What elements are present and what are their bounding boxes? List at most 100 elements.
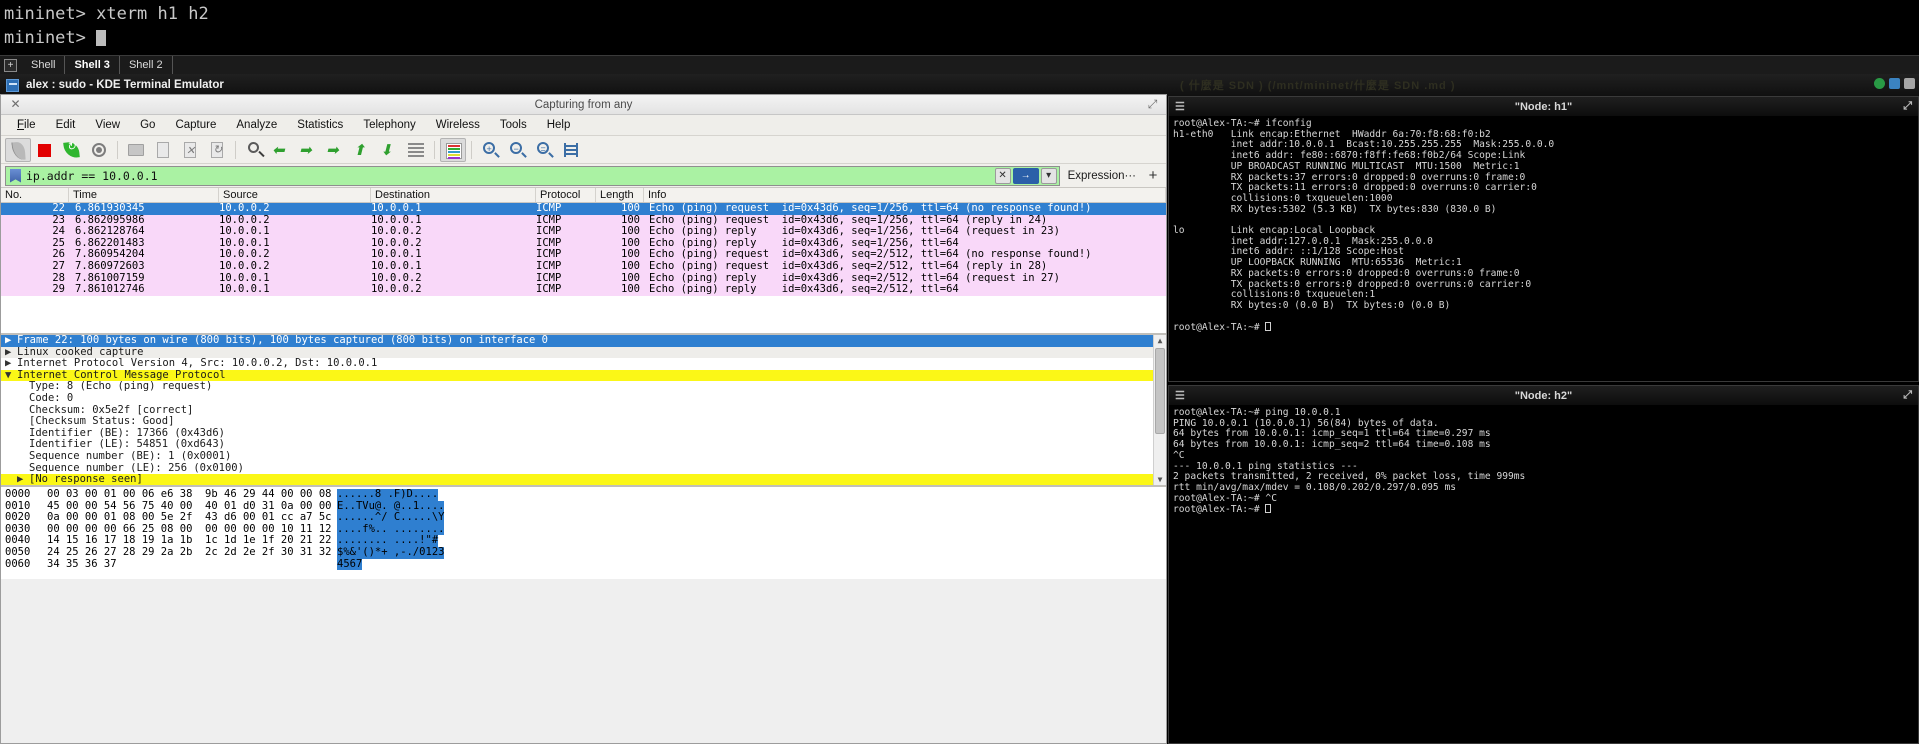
scrollbar-thumb[interactable] <box>1155 348 1165 434</box>
scroll-down-icon[interactable]: ▼ <box>1155 474 1165 485</box>
mininet-terminal-output[interactable]: mininet> xterm h1 h2 mininet> <box>0 0 1919 56</box>
filter-expression-button[interactable]: Expression··· <box>1060 170 1144 182</box>
filter-dropdown-button[interactable]: ▾ <box>1040 167 1057 184</box>
packet-bytes-pane[interactable]: 0000 00 03 00 01 00 06 e6 38 9b 46 29 44… <box>1 485 1166 579</box>
expand-twisty-icon[interactable]: ▶ <box>5 335 17 347</box>
menu-capture[interactable]: Capture <box>165 115 226 136</box>
menu-go[interactable]: Go <box>130 115 165 136</box>
tab-shell-3[interactable]: Shell 3 <box>65 55 120 75</box>
zoom-out-icon[interactable]: − <box>504 138 530 162</box>
detail-row[interactable]: ▶ Frame 22: 100 bytes on wire (800 bits),… <box>1 335 1166 347</box>
start-capture-icon[interactable] <box>5 137 31 162</box>
xterm-h1-maximize-icon[interactable]: ⤢ <box>1903 100 1912 113</box>
close-icon[interactable]: ✕ <box>9 98 22 111</box>
cell-no: 22 <box>52 203 65 214</box>
reload-file-icon[interactable] <box>204 138 230 162</box>
detail-row-text: Internet Protocol Version 4, Src: 10.0.0… <box>17 357 378 370</box>
titlebar-system-buttons[interactable] <box>1874 78 1915 89</box>
konsole-titlebar[interactable]: alex : sudo - KDE Terminal Emulator ( 什麼… <box>0 74 1919 96</box>
restart-capture-icon[interactable] <box>59 138 85 162</box>
column-header-info[interactable]: Info <box>644 188 1166 202</box>
clear-filter-button[interactable]: ✕ <box>994 167 1011 184</box>
menu-wireless[interactable]: Wireless <box>426 115 490 136</box>
menu-tools[interactable]: Tools <box>490 115 537 136</box>
new-tab-button[interactable]: + <box>4 58 17 72</box>
close-file-icon[interactable] <box>177 138 203 162</box>
table-row[interactable]: 29 7.861012746 10.0.0.1 10.0.0.2 ICMP 10… <box>1 284 1166 296</box>
menu-edit[interactable]: Edit <box>46 115 86 136</box>
menu-analyze[interactable]: Analyze <box>226 115 287 136</box>
menu-view[interactable]: View <box>85 115 130 136</box>
xterm-h1-titlebar[interactable]: ☰ "Node: h1" ⤢ <box>1169 97 1918 116</box>
h1-line-8: RX bytes:5302 (5.3 KB) TX bytes:830 (830… <box>1173 203 1497 215</box>
table-row[interactable]: 22 6.861930345 10.0.0.2 10.0.0.1 ICMP 10… <box>1 203 1166 215</box>
scroll-up-icon[interactable]: ▲ <box>1155 335 1165 346</box>
tab-shell[interactable]: Shell <box>22 55 66 75</box>
maximize-icon[interactable]: ⤢ <box>1146 98 1159 111</box>
detail-row[interactable]: Sequence number (LE): 256 (0x0100) <box>1 462 1166 475</box>
packet-list[interactable]: 22 6.861930345 10.0.0.2 10.0.0.1 ICMP 10… <box>1 203 1166 333</box>
xterm-h2-output[interactable]: root@Alex-TA:~# ping 10.0.0.1 PING 10.0.… <box>1169 405 1918 519</box>
column-header-no[interactable]: No. <box>1 188 69 202</box>
resize-columns-icon[interactable] <box>558 138 584 162</box>
table-row[interactable]: 28 7.861007159 10.0.0.1 10.0.0.2 ICMP 10… <box>1 272 1166 285</box>
detail-row[interactable]: ▶ [No response seen] <box>1 473 1166 485</box>
h2-line-1: PING 10.0.0.1 (10.0.0.1) 56(84) bytes of… <box>1173 417 1439 429</box>
expand-twisty-icon[interactable]: ▶ <box>17 474 29 485</box>
h2-line-6: 2 packets transmitted, 2 received, 0% pa… <box>1173 471 1526 483</box>
column-header-destination[interactable]: Destination <box>371 188 536 202</box>
titlebar-minimize-icon[interactable] <box>1874 78 1885 89</box>
hex-row[interactable]: 0000 00 03 00 01 00 06 e6 38 9b 46 29 44… <box>5 488 1166 501</box>
zoom-reset-icon[interactable]: = <box>531 138 557 162</box>
auto-scroll-icon[interactable] <box>403 138 429 162</box>
display-filter-input[interactable]: ip.addr == 10.0.0.1 ✕ → ▾ <box>5 165 1060 186</box>
desktop-ghost-text: ( 什麼是 SDN ) (/mnt/mininet/什麼是 SDN .md ) <box>1180 80 1456 92</box>
detail-row[interactable]: Checksum: 0x5e2f [correct] <box>1 404 1166 417</box>
h1-cursor <box>1265 322 1272 332</box>
save-file-icon[interactable] <box>150 138 176 162</box>
hex-row[interactable]: 0050 24 25 26 27 28 29 2a 2b 2c 2d 2e 2f… <box>5 546 1166 559</box>
xterm-h1-output[interactable]: root@Alex-TA:~# ifconfig h1-eth0 Link en… <box>1169 116 1918 337</box>
cell-info: Echo (ping) request id=0x43d6, seq=2/512… <box>649 259 1048 272</box>
titlebar-close-icon[interactable] <box>1904 78 1915 89</box>
stop-capture-icon[interactable] <box>32 138 58 162</box>
xterm-h2-maximize-icon[interactable]: ⤢ <box>1903 389 1912 402</box>
menu-telephony[interactable]: Telephony <box>353 115 425 136</box>
column-header-time[interactable]: Time <box>69 188 219 202</box>
open-file-icon[interactable] <box>123 138 149 162</box>
collapse-twisty-icon[interactable]: ▼ <box>5 369 17 382</box>
column-header-length[interactable]: Length <box>596 188 644 202</box>
konsole-tabbar: + Shell Shell 3 Shell 2 <box>0 55 1919 75</box>
xterm-window-h1: ☰ "Node: h1" ⤢ root@Alex-TA:~# ifconfig … <box>1168 96 1919 382</box>
table-row[interactable]: 27 7.860972603 10.0.0.2 10.0.0.1 ICMP 10… <box>1 259 1166 273</box>
zoom-in-icon[interactable]: + <box>477 138 503 162</box>
xterm-h2-titlebar[interactable]: ☰ "Node: h2" ⤢ <box>1169 386 1918 405</box>
go-to-packet-icon[interactable]: ➡ <box>322 138 348 162</box>
add-filter-button[interactable]: + <box>1144 167 1162 184</box>
packet-detail-pane[interactable]: ▶ Frame 22: 100 bytes on wire (800 bits),… <box>1 333 1166 485</box>
bookmark-icon[interactable] <box>10 168 21 183</box>
column-header-source[interactable]: Source <box>219 188 371 202</box>
table-row[interactable]: 24 6.862128764 10.0.0.1 10.0.0.2 ICMP 10… <box>1 226 1166 238</box>
wireshark-titlebar[interactable]: ✕ Capturing from any ⤢ <box>1 95 1166 115</box>
menu-file[interactable]: FFile <box>7 115 46 136</box>
go-last-packet-icon[interactable]: ⬇ <box>376 138 402 162</box>
go-back-icon[interactable]: ⬅ <box>268 138 294 162</box>
filter-buttons: ✕ → ▾ <box>994 167 1057 184</box>
detail-scrollbar[interactable]: ▲ ▼ <box>1153 335 1166 485</box>
hex-row[interactable]: 0060 34 35 36 37 4567 <box>5 558 1166 571</box>
go-first-packet-icon[interactable]: ⬆ <box>349 138 375 162</box>
xterm-h2-menu-icon[interactable]: ☰ <box>1175 389 1185 402</box>
colorize-icon[interactable] <box>440 137 466 162</box>
apply-filter-button[interactable]: → <box>1012 167 1039 184</box>
capture-options-icon[interactable] <box>86 138 112 162</box>
titlebar-maximize-icon[interactable] <box>1889 78 1900 89</box>
xterm-h1-menu-icon[interactable]: ☰ <box>1175 100 1185 113</box>
menu-statistics[interactable]: Statistics <box>287 115 353 136</box>
menu-help[interactable]: Help <box>537 115 581 136</box>
tab-shell-2[interactable]: Shell 2 <box>120 55 173 75</box>
go-forward-icon[interactable]: ➡ <box>295 138 321 162</box>
column-header-protocol[interactable]: Protocol <box>536 188 596 202</box>
find-packet-icon[interactable] <box>241 138 267 162</box>
detail-row[interactable]: Type: 8 (Echo (ping) request) <box>1 381 1166 393</box>
